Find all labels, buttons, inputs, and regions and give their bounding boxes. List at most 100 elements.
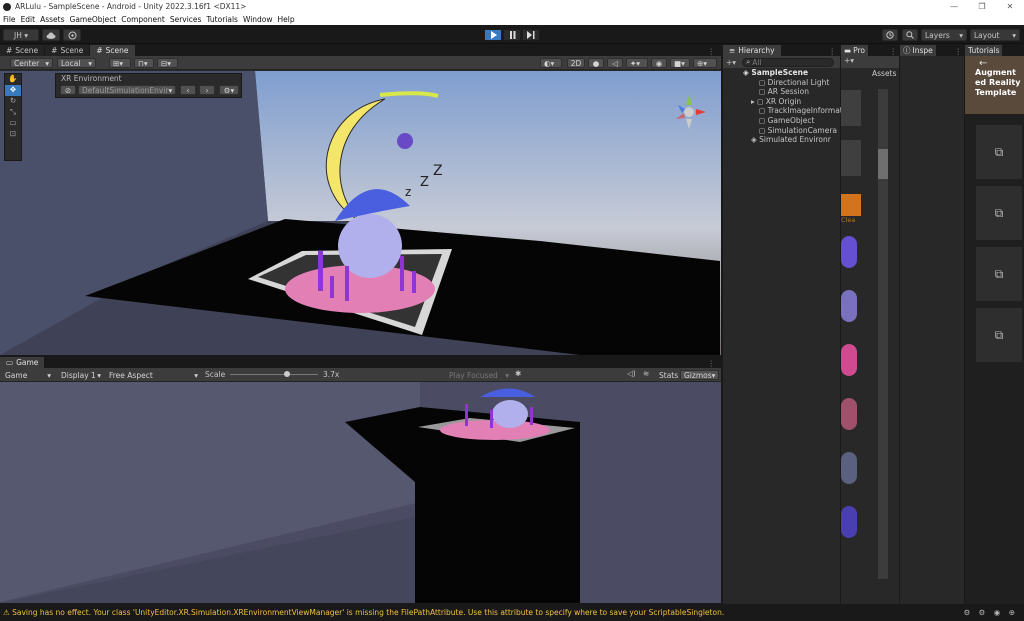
- tab-inspector[interactable]: ⓘ Inspe: [900, 45, 936, 56]
- status-message[interactable]: ⚠ Saving has no effect. Your class 'Unit…: [3, 608, 724, 617]
- layout-dropdown[interactable]: Layout ▾: [970, 29, 1020, 41]
- add-icon[interactable]: +▾: [726, 58, 736, 67]
- more-icon[interactable]: ⋮: [890, 47, 900, 56]
- scale-slider-handle[interactable]: [284, 371, 290, 377]
- layers-dropdown[interactable]: Layers ▾: [921, 29, 967, 41]
- material-icon[interactable]: [841, 398, 857, 430]
- orientation-gizmo[interactable]: [668, 91, 710, 133]
- close-button[interactable]: ✕: [996, 2, 1024, 11]
- tab-scene-2[interactable]: # Scene: [45, 45, 90, 56]
- menu-gameobject[interactable]: GameObject: [70, 15, 117, 24]
- scale-tool[interactable]: ⤡: [5, 107, 21, 118]
- scene-root[interactable]: ◈ SampleScene: [723, 68, 840, 78]
- tutorial-card[interactable]: ⧉: [975, 307, 1023, 363]
- rotate-tool[interactable]: ↻: [5, 96, 21, 107]
- more-icon[interactable]: ⋮: [708, 359, 722, 368]
- gizmos-dropdown[interactable]: ⊕▾: [693, 58, 717, 68]
- hidden-objects-toggle[interactable]: ◉: [651, 58, 667, 68]
- audio-toggle[interactable]: ◁: [607, 58, 623, 68]
- layers-icon[interactable]: ≋: [643, 369, 649, 378]
- menu-assets[interactable]: Assets: [40, 15, 64, 24]
- move-tool[interactable]: ✥: [5, 85, 21, 96]
- play-button[interactable]: [484, 29, 502, 41]
- hierarchy-item[interactable]: ◻ TrackImageInformat: [723, 106, 843, 116]
- status-icons[interactable]: ⚙ ⚙ ◉ ⊕: [964, 608, 1024, 617]
- step-button[interactable]: [522, 29, 540, 41]
- material-icon[interactable]: [841, 236, 857, 268]
- tab-project[interactable]: ▬ Pro: [841, 45, 868, 56]
- hierarchy-item[interactable]: ▸ ◻ XR Origin: [723, 97, 840, 107]
- rect-tool[interactable]: ▭: [5, 118, 21, 129]
- material-icon[interactable]: [841, 344, 857, 376]
- pause-button[interactable]: [503, 29, 521, 41]
- play-mode-dropdown[interactable]: Play Focused ▾: [446, 370, 512, 380]
- scale-icon: ⤡: [10, 107, 16, 116]
- material-icon[interactable]: [841, 452, 857, 484]
- tab-tutorials[interactable]: Tutorials: [965, 45, 1003, 56]
- more-icon[interactable]: ⋮: [955, 47, 965, 56]
- history-button[interactable]: [882, 29, 898, 41]
- previous-environment-button[interactable]: ‹: [180, 85, 196, 95]
- more-icon[interactable]: ⋮: [829, 47, 841, 56]
- menu-help[interactable]: Help: [278, 15, 295, 24]
- material-icon[interactable]: [841, 290, 857, 322]
- tab-scene-1[interactable]: # Scene: [0, 45, 45, 56]
- audio-asset-icon[interactable]: [841, 194, 861, 216]
- tutorial-card[interactable]: ⧉: [975, 246, 1023, 302]
- minimize-button[interactable]: —: [940, 2, 968, 11]
- menu-file[interactable]: File: [3, 15, 16, 24]
- menu-services[interactable]: Services: [170, 15, 202, 24]
- environment-options-dropdown[interactable]: ⚙▾: [219, 85, 239, 95]
- camera-dropdown[interactable]: ■▾: [670, 58, 690, 68]
- collab-button[interactable]: [63, 29, 81, 41]
- scene-viewport[interactable]: z Z Z ✋ ✥ ↻ ⤡ ▭ ⊡ XR Environment Default…: [0, 71, 721, 355]
- hierarchy-item[interactable]: ◻ Directional Light: [723, 78, 840, 88]
- environment-dropdown[interactable]: DefaultSimulationEnvir ▾: [78, 85, 176, 95]
- toggle-2d-button[interactable]: 2D: [567, 58, 585, 68]
- maximize-button[interactable]: ❐: [968, 2, 996, 11]
- hand-tool[interactable]: ✋: [5, 74, 21, 85]
- account-dropdown[interactable]: JH ▾: [3, 29, 39, 41]
- hierarchy-item[interactable]: ◻ SimulationCamera: [723, 126, 840, 136]
- asset-item[interactable]: [841, 90, 861, 126]
- mute-audio-icon[interactable]: ◁): [627, 369, 636, 378]
- transform-tool[interactable]: ⊡: [5, 129, 21, 140]
- toggle-tools-dropdown[interactable]: ⊟▾: [157, 58, 178, 68]
- view-dropdown[interactable]: Game ▾: [2, 370, 54, 380]
- display-dropdown[interactable]: Display 1 ▾: [58, 370, 104, 380]
- space-dropdown[interactable]: Local ▾: [57, 58, 96, 68]
- next-environment-button[interactable]: ›: [199, 85, 215, 95]
- effects-dropdown[interactable]: ✦▾: [626, 58, 648, 68]
- aspect-dropdown[interactable]: Free Aspect ▾: [106, 370, 201, 380]
- scale-slider[interactable]: [230, 374, 318, 375]
- more-icon[interactable]: ⋮: [708, 47, 722, 56]
- hierarchy-item[interactable]: ◻ AR Session: [723, 87, 840, 97]
- menu-edit[interactable]: Edit: [21, 15, 36, 24]
- pivot-dropdown[interactable]: Center ▾: [10, 58, 53, 68]
- tab-scene-3[interactable]: # Scene: [90, 45, 135, 56]
- tutorial-card[interactable]: ⧉: [975, 124, 1023, 180]
- stats-button[interactable]: Stats: [656, 370, 678, 380]
- hierarchy-item[interactable]: ◻ GameObject: [723, 116, 840, 126]
- menu-window[interactable]: Window: [243, 15, 273, 24]
- cloud-button[interactable]: [42, 29, 60, 41]
- search-button[interactable]: [902, 29, 918, 41]
- draw-mode-dropdown[interactable]: ◐▾: [540, 58, 562, 68]
- add-icon[interactable]: +▾: [844, 56, 854, 65]
- tab-hierarchy[interactable]: ≡ Hierarchy: [723, 45, 781, 56]
- asset-item[interactable]: [841, 140, 861, 176]
- snap-increment-dropdown[interactable]: ⊓▾: [134, 58, 154, 68]
- menu-component[interactable]: Component: [121, 15, 165, 24]
- grid-snap-dropdown[interactable]: ⊞▾: [109, 58, 131, 68]
- lighting-toggle[interactable]: ●: [588, 58, 604, 68]
- menu-tutorials[interactable]: Tutorials: [206, 15, 237, 24]
- game-viewport[interactable]: [0, 382, 721, 603]
- hierarchy-env-root[interactable]: ◈ Simulated Environr: [723, 135, 840, 145]
- tutorial-card[interactable]: ⧉: [975, 185, 1023, 241]
- material-icon[interactable]: [841, 506, 857, 538]
- hierarchy-search-input[interactable]: ⌕ All: [742, 57, 835, 67]
- environment-toggle[interactable]: ⊘: [60, 85, 76, 95]
- tab-game[interactable]: ▭ Game: [0, 357, 45, 368]
- bug-icon[interactable]: ✱: [515, 369, 521, 378]
- gizmos-dropdown-game[interactable]: Gizmos ▾: [680, 370, 719, 380]
